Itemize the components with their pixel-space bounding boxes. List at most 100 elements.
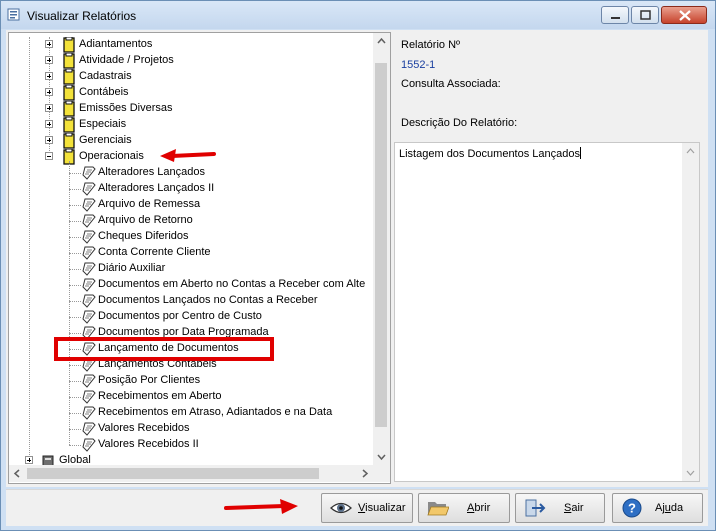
tree-report-item[interactable]: Diário Auxiliar — [9, 261, 373, 277]
tree-item-label: Especiais — [79, 118, 127, 130]
folder-icon — [63, 69, 75, 85]
tree-item-label: Gerenciais — [79, 134, 132, 146]
help-icon: ? — [622, 498, 642, 518]
tree-item-label: Recebimentos em Atraso, Adiantados e na … — [98, 406, 333, 418]
report-icon — [82, 230, 96, 244]
app-icon — [7, 8, 20, 21]
tree-group-item[interactable]: Emissões Diversas — [9, 101, 373, 117]
tree-item-label: Cheques Diferidos — [98, 230, 189, 242]
folder-icon — [63, 133, 75, 149]
tree-report-item[interactable]: Documentos por Centro de Custo — [9, 309, 373, 325]
abrir-button[interactable]: Abrir — [418, 493, 510, 523]
sair-label: Sair — [564, 502, 584, 514]
scroll-corner — [373, 465, 390, 482]
minimize-icon — [611, 17, 620, 19]
annotation-arrow-icon — [224, 499, 298, 514]
tree-root-global[interactable]: Global — [9, 453, 373, 465]
tree-report-item[interactable]: Posição Por Clientes — [9, 373, 373, 389]
query-label: Consulta Associada: — [401, 78, 501, 90]
tree-item-label: Atividade / Projetos — [79, 54, 174, 66]
tree-report-item[interactable]: Recebimentos em Atraso, Adiantados e na … — [9, 405, 373, 421]
tree-group-item[interactable]: Contábeis — [9, 85, 373, 101]
ajuda-button[interactable]: ? Ajuda — [612, 493, 703, 523]
tree-report-item[interactable]: Valores Recebidos II — [9, 437, 373, 453]
tree-group-item[interactable]: Cadastrais — [9, 69, 373, 85]
tree-vertical-scrollbar[interactable] — [373, 33, 390, 465]
tree-report-item[interactable]: Recebimentos em Aberto — [9, 389, 373, 405]
tree-item-label: Adiantamentos — [79, 38, 153, 50]
expand-icon[interactable] — [45, 40, 53, 48]
report-icon — [82, 374, 96, 388]
tree-group-item[interactable]: Atividade / Projetos — [9, 53, 373, 69]
tree-report-item[interactable]: Alteradores Lançados — [9, 165, 373, 181]
expand-icon[interactable] — [45, 120, 53, 128]
eye-icon — [330, 502, 352, 514]
tree-report-item[interactable]: Conta Corrente Cliente — [9, 245, 373, 261]
expand-icon[interactable] — [45, 56, 53, 64]
title-bar[interactable]: Visualizar Relatórios — [1, 1, 715, 29]
report-icon — [82, 310, 96, 324]
description-textarea[interactable]: Listagem dos Documentos Lançados — [394, 142, 700, 482]
maximize-button[interactable] — [631, 6, 659, 24]
scroll-down-icon[interactable] — [682, 464, 699, 481]
scroll-right-icon[interactable] — [356, 465, 373, 482]
annotation-arrow-icon — [160, 149, 216, 162]
scroll-down-icon[interactable] — [373, 448, 390, 465]
report-icon — [82, 262, 96, 276]
tree-report-item[interactable]: Valores Recebidos — [9, 421, 373, 437]
visualizar-button[interactable]: Visualizar — [321, 493, 413, 523]
sair-button[interactable]: Sair — [515, 493, 605, 523]
tree-group-item[interactable]: Especiais — [9, 117, 373, 133]
vertical-scroll-thumb[interactable] — [375, 63, 387, 427]
description-label: Descrição Do Relatório: — [401, 117, 518, 129]
tree-item-label: Posição Por Clientes — [98, 374, 201, 386]
tree-horizontal-scrollbar[interactable] — [9, 465, 373, 482]
maximize-icon — [640, 10, 651, 20]
folder-open-icon — [427, 502, 449, 516]
svg-text:?: ? — [628, 501, 636, 516]
report-icon — [82, 214, 96, 228]
tree-report-item[interactable]: Arquivo de Retorno — [9, 213, 373, 229]
folder-icon — [63, 85, 75, 101]
report-icon — [82, 278, 96, 292]
expand-icon[interactable] — [45, 136, 53, 144]
tree-item-label: Documentos por Centro de Custo — [98, 310, 262, 322]
scroll-up-icon[interactable] — [682, 143, 699, 160]
expand-icon[interactable] — [25, 456, 33, 464]
tree-item-label: Operacionais — [79, 150, 144, 162]
text-caret — [580, 147, 581, 159]
horizontal-scroll-thumb[interactable] — [27, 468, 319, 479]
highlight-annotation-box — [54, 337, 274, 361]
report-tree[interactable]: Adiantamentos Atividade / Projetos Cadastr… — [8, 32, 391, 484]
tree-group-item[interactable]: Adiantamentos — [9, 37, 373, 53]
report-icon — [82, 198, 96, 212]
tree-report-item[interactable]: Alteradores Lançados II — [9, 181, 373, 197]
expand-icon[interactable] — [45, 72, 53, 80]
report-number-label: Relatório Nº — [401, 39, 461, 51]
window-title: Visualizar Relatórios — [27, 9, 137, 23]
collapse-icon[interactable] — [45, 152, 53, 160]
tree-rows: Adiantamentos Atividade / Projetos Cadastr… — [9, 37, 373, 465]
tree-item-label: Global — [59, 454, 91, 465]
tree-report-item[interactable]: Cheques Diferidos — [9, 229, 373, 245]
tree-item-label: Recebimentos em Aberto — [98, 390, 222, 402]
report-icon — [82, 438, 96, 452]
close-icon — [679, 10, 691, 21]
scroll-left-icon[interactable] — [9, 465, 26, 482]
scroll-up-icon[interactable] — [373, 33, 390, 50]
tree-report-item[interactable]: Documentos em Aberto no Contas a Receber… — [9, 277, 373, 293]
folder-icon — [63, 37, 75, 53]
expand-icon[interactable] — [45, 104, 53, 112]
tree-item-label: Alteradores Lançados II — [98, 182, 215, 194]
tree-item-label: Arquivo de Retorno — [98, 214, 193, 226]
tree-item-label: Arquivo de Remessa — [98, 198, 201, 210]
description-text: Listagem dos Documentos Lançados — [399, 147, 581, 160]
close-button[interactable] — [661, 6, 707, 24]
description-scrollbar[interactable] — [682, 143, 699, 481]
tree-report-item[interactable]: Arquivo de Remessa — [9, 197, 373, 213]
expand-icon[interactable] — [45, 88, 53, 96]
tree-report-item[interactable]: Documentos Lançados no Contas a Receber — [9, 293, 373, 309]
minimize-button[interactable] — [601, 6, 629, 24]
report-number-value: 1552-1 — [401, 59, 436, 71]
tree-item-label: Documentos Lançados no Contas a Receber — [98, 294, 318, 306]
